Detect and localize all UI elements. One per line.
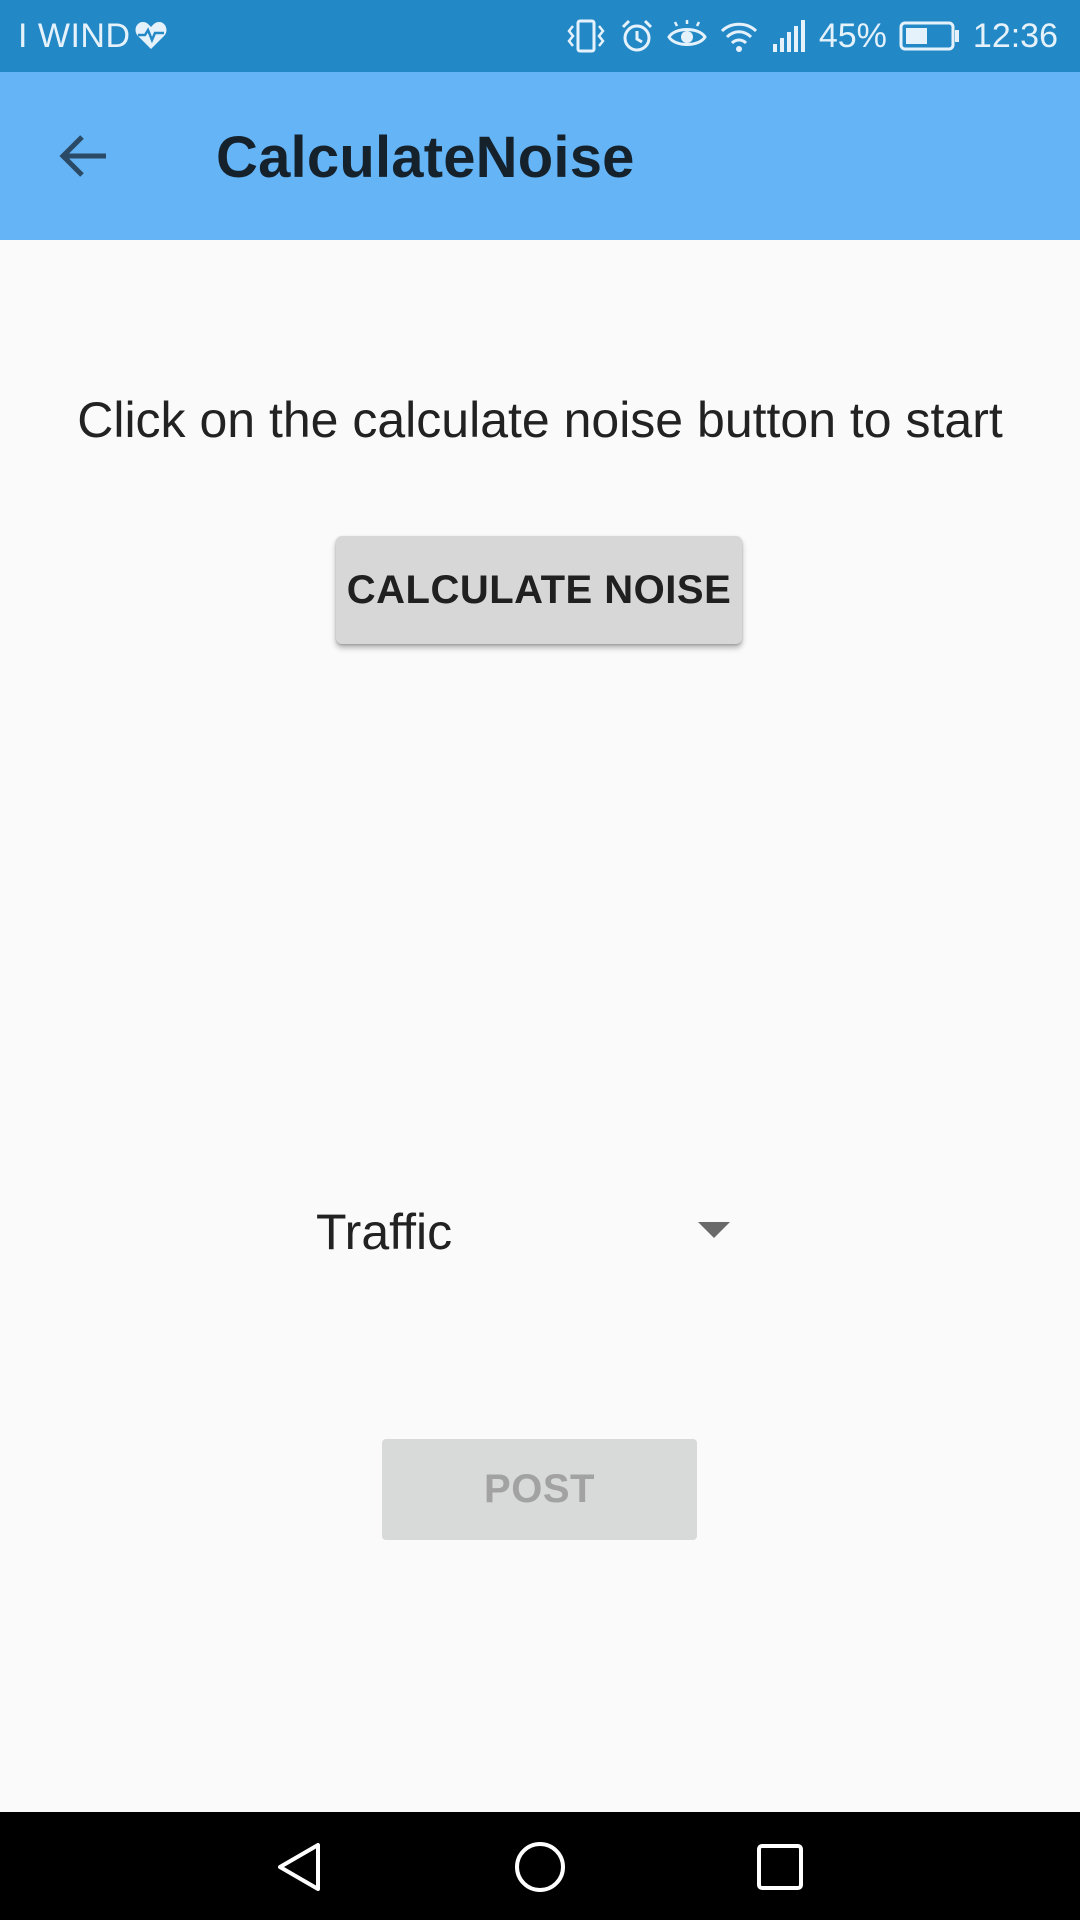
noise-type-selected: Traffic (316, 1204, 453, 1260)
home-circle-icon (515, 1842, 565, 1892)
recents-square-icon (757, 1844, 803, 1890)
navigation-bar (0, 1812, 1080, 1920)
post-button[interactable]: POST (382, 1439, 697, 1540)
app-bar: CalculateNoise (0, 72, 1080, 240)
alarm-icon (621, 19, 652, 52)
instruction-text: Click on the calculate noise button to s… (77, 392, 1003, 448)
battery-percent: 45% (818, 17, 887, 55)
calculate-noise-button[interactable]: CALCULATE NOISE (336, 536, 742, 644)
eye-icon (667, 20, 707, 46)
dropdown-arrow-icon (698, 1222, 730, 1238)
nav-home-button[interactable] (495, 1822, 585, 1912)
carrier-name: I WIND (18, 17, 131, 55)
back-button[interactable] (40, 112, 128, 200)
wifi-icon (720, 22, 757, 52)
clock: 12:36 (972, 17, 1058, 55)
screen: I WIND 45% 12:36 CalculateNoise Click on… (0, 0, 1080, 1920)
status-icons: 45% 12:36 (565, 10, 1058, 62)
back-triangle-icon (278, 1843, 320, 1891)
page-title: CalculateNoise (216, 125, 635, 190)
nav-back-button[interactable] (255, 1822, 345, 1912)
signal-icon (772, 20, 805, 52)
heart-pulse-icon (135, 22, 167, 49)
battery-icon (899, 21, 959, 51)
arrow-back-icon (59, 135, 106, 177)
vibrate-icon (567, 19, 605, 53)
noise-type-dropdown[interactable]: Traffic (300, 1190, 750, 1274)
status-bar: I WIND 45% 12:36 (0, 0, 1080, 72)
nav-recents-button[interactable] (735, 1822, 825, 1912)
